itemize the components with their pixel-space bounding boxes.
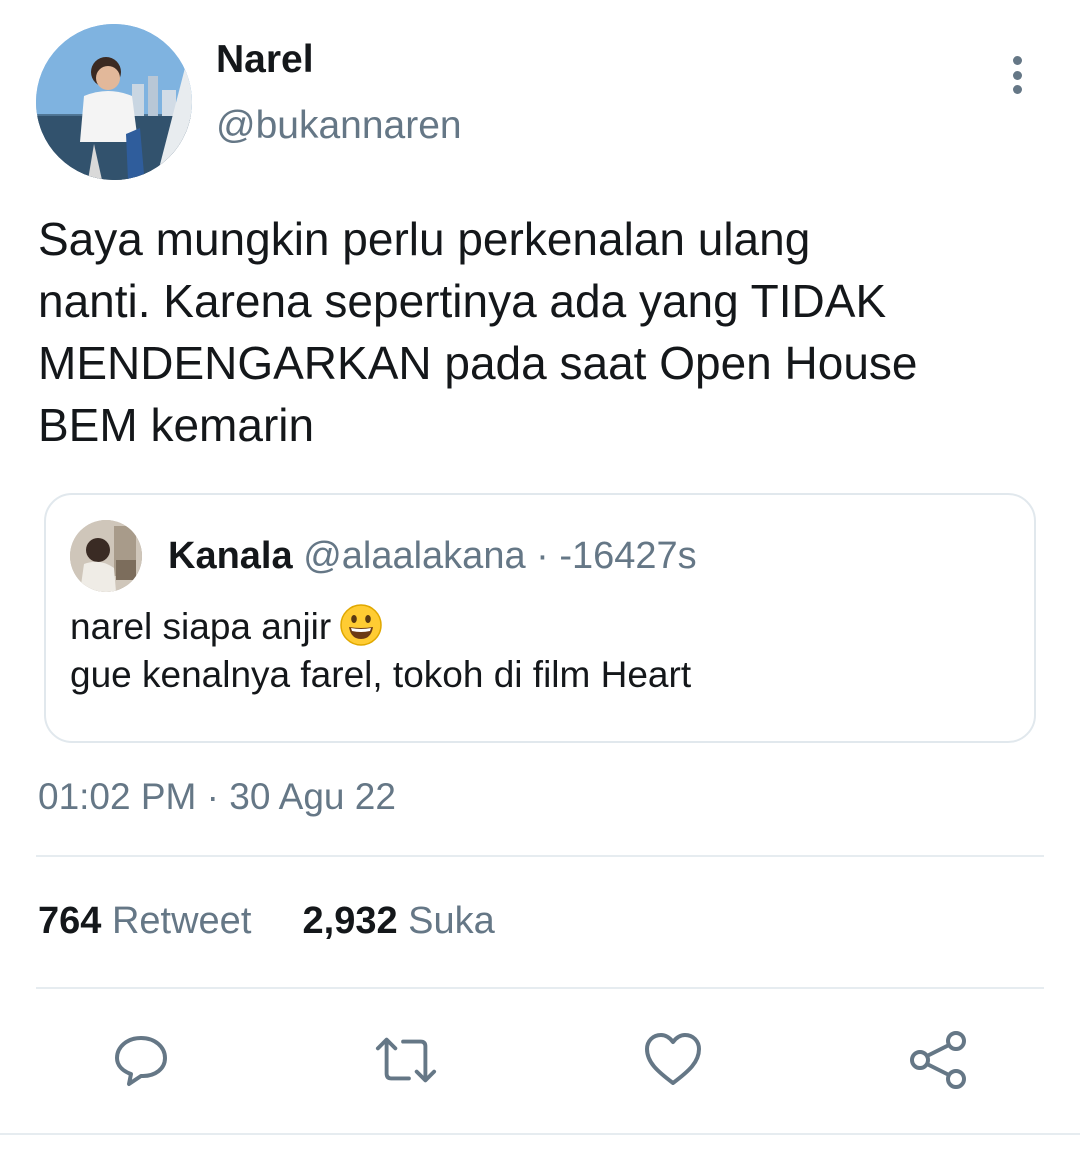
- tweet-text-line: nanti. Karena sepertinya ada yang TIDAK: [38, 275, 887, 327]
- author-avatar[interactable]: [36, 24, 192, 180]
- likes-count: 2,932: [302, 900, 398, 942]
- retweet-button[interactable]: [374, 1028, 438, 1092]
- author-handle[interactable]: @bukannaren: [216, 104, 462, 148]
- quoted-tweet-card[interactable]: Kanala @alaalakana · -16427s narel siapa…: [44, 493, 1036, 743]
- quoted-author-name[interactable]: Kanala: [168, 535, 293, 577]
- quoted-tweet-text: narel siapa anjir gue kenalnya farel, to…: [70, 603, 691, 699]
- tweet-detail-view: Narel @bukannaren Saya mungkin perlu per…: [0, 0, 1080, 1152]
- reply-button[interactable]: [109, 1028, 173, 1092]
- retweet-icon: [375, 1037, 437, 1083]
- tweet-text: Saya mungkin perlu perkenalan ulang nant…: [38, 208, 1048, 456]
- author-name[interactable]: Narel: [216, 38, 314, 82]
- quoted-tweet-header: Kanala @alaalakana · -16427s: [168, 535, 697, 578]
- like-icon: [645, 1033, 701, 1085]
- quoted-text-line: narel siapa anjir: [70, 603, 691, 651]
- grinning-face-emoji-icon: [340, 604, 382, 646]
- tweet-stats: 764 Retweet 2,932 Suka: [38, 900, 495, 943]
- quoted-text-line: gue kenalnya farel, tokoh di film Heart: [70, 654, 692, 695]
- divider: [36, 987, 1044, 989]
- tweet-timestamp[interactable]: 01:02 PM · 30 Agu 22: [38, 776, 396, 818]
- tweet-text-line: Saya mungkin perlu perkenalan ulang: [38, 213, 811, 265]
- divider: [36, 855, 1044, 857]
- likes-label: Suka: [408, 900, 495, 942]
- more-options-icon[interactable]: [996, 50, 1038, 100]
- tweet-text-line: BEM kemarin: [38, 399, 315, 451]
- share-icon: [910, 1031, 966, 1089]
- bottom-divider: [0, 1133, 1080, 1135]
- share-button[interactable]: [906, 1028, 970, 1092]
- like-button[interactable]: [641, 1028, 705, 1092]
- quoted-author-avatar: [70, 520, 142, 592]
- likes-stat[interactable]: 2,932 Suka: [303, 900, 495, 942]
- reply-icon: [115, 1036, 167, 1086]
- retweets-stat[interactable]: 764 Retweet: [38, 900, 251, 942]
- quoted-author-meta: @alaalakana · -16427s: [303, 535, 697, 577]
- retweets-count: 764: [38, 900, 102, 942]
- retweets-label: Retweet: [111, 900, 252, 942]
- tweet-text-line: MENDENGARKAN pada saat Open House: [38, 337, 918, 389]
